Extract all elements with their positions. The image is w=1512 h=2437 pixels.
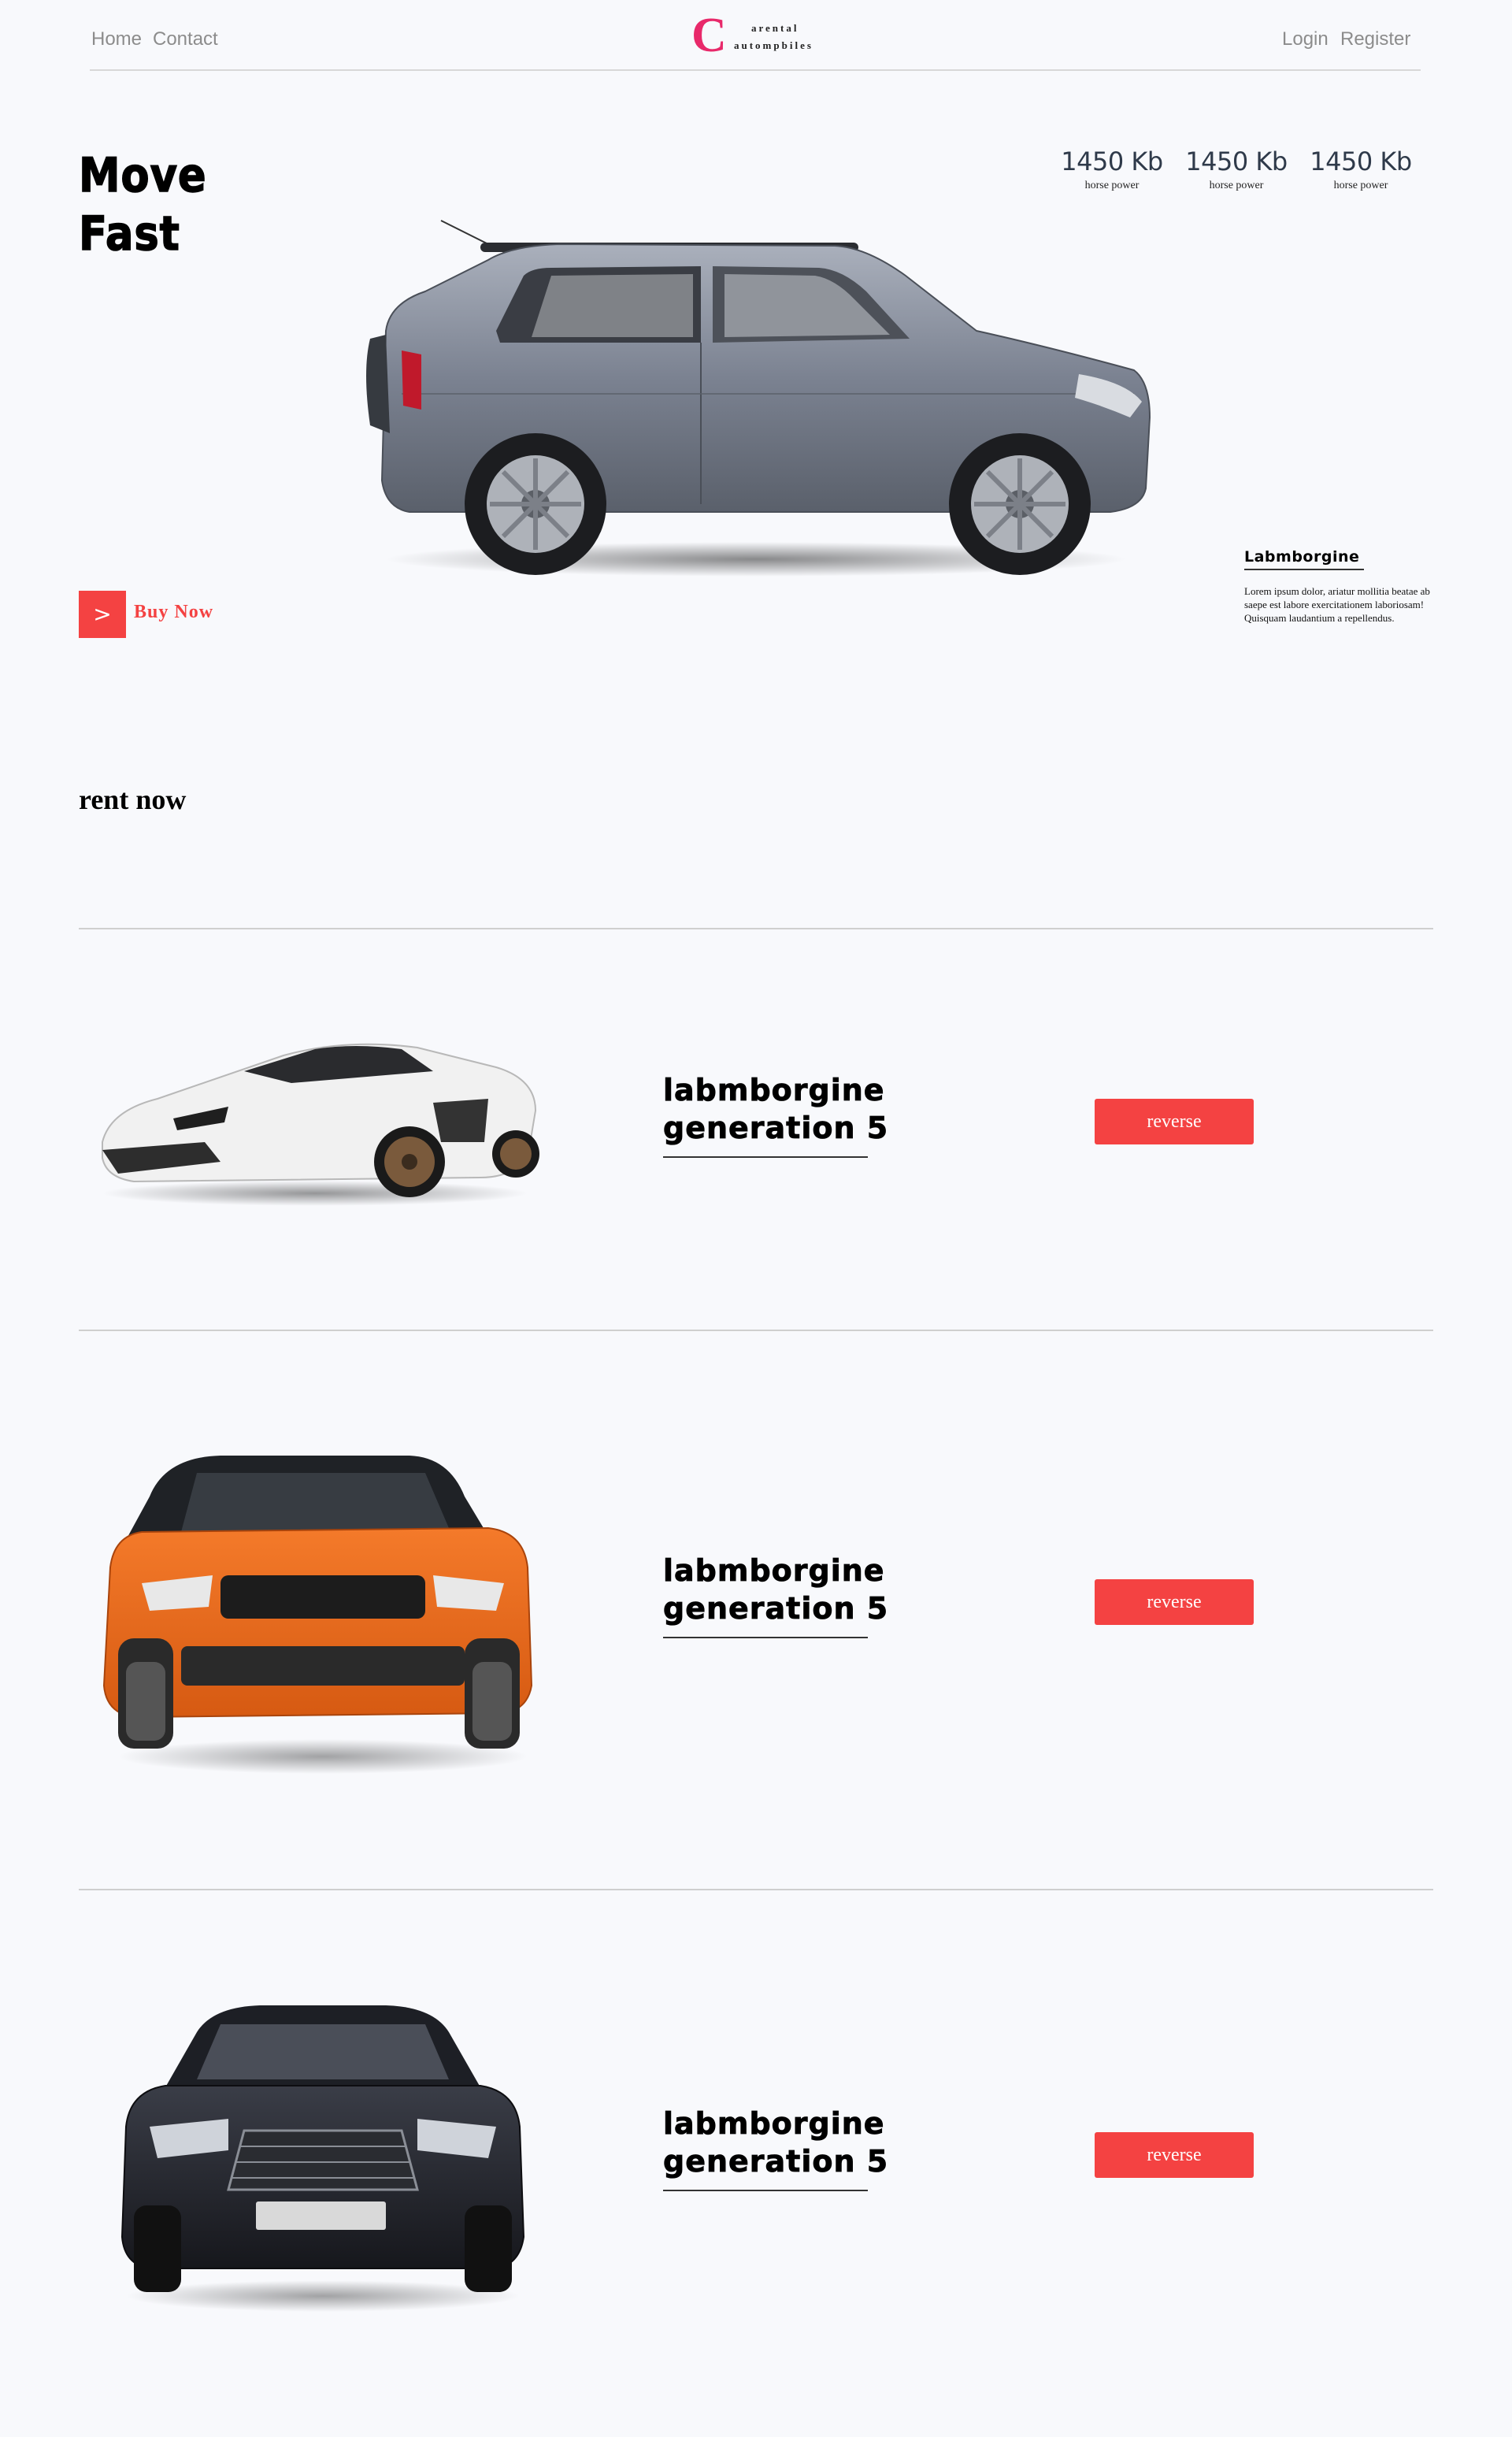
stat-item: 1450 Kb horse power bbox=[1298, 147, 1424, 192]
car-card-title-line-1: labmborgine bbox=[663, 1553, 885, 1589]
stat-item: 1450 Kb horse power bbox=[1173, 147, 1299, 192]
section-divider bbox=[79, 928, 1433, 929]
stat-value: 1450 Kb bbox=[1310, 147, 1412, 176]
car-card-title: labmborgine generation 5 bbox=[663, 1552, 888, 1627]
nav-home-link[interactable]: Home bbox=[91, 28, 142, 50]
reverse-button[interactable]: reverse bbox=[1095, 1579, 1254, 1625]
hero-title-line-1: Move bbox=[78, 147, 207, 204]
section-divider bbox=[79, 1889, 1433, 1890]
section-divider bbox=[79, 1330, 1433, 1331]
logo-line-1: arental bbox=[751, 22, 799, 34]
logo-line-2: autompbiles bbox=[734, 39, 813, 51]
hero-suv-image bbox=[366, 220, 1151, 577]
stat-value: 1450 Kb bbox=[1185, 147, 1288, 176]
hero-title-line-2: Fast bbox=[78, 206, 180, 262]
logo-letter: C bbox=[691, 9, 727, 62]
orange-suv-image bbox=[102, 1456, 533, 1774]
car-card-title-line-2: generation 5 bbox=[663, 1591, 889, 1627]
reverse-button[interactable]: reverse bbox=[1095, 1099, 1254, 1144]
car-card-title-line-1: labmborgine bbox=[663, 2106, 885, 2142]
nav-register-link[interactable]: Register bbox=[1340, 28, 1410, 50]
car-card-title-line-2: generation 5 bbox=[663, 1111, 889, 1146]
side-card-underline bbox=[1244, 569, 1364, 570]
reverse-button[interactable]: reverse bbox=[1095, 2132, 1254, 2178]
stat-label: horse power bbox=[1084, 180, 1140, 191]
hero-title: Move Fast bbox=[78, 147, 207, 263]
nav-contact-link[interactable]: Contact bbox=[153, 28, 218, 50]
sports-car-image bbox=[102, 1043, 539, 1206]
car-card-underline bbox=[663, 1156, 868, 1158]
car-card-underline bbox=[663, 2190, 868, 2191]
car-card-title: labmborgine generation 5 bbox=[663, 2105, 888, 2180]
car-card-underline bbox=[663, 1637, 868, 1638]
stat-item: 1450 Kb horse power bbox=[1049, 147, 1175, 192]
car-card-title-line-1: labmborgine bbox=[663, 1073, 885, 1108]
buy-now-arrow-button[interactable]: > bbox=[79, 591, 126, 638]
buy-now-link[interactable]: Buy Now bbox=[134, 602, 213, 623]
car-card-title-line-2: generation 5 bbox=[663, 2144, 889, 2179]
car-card-title: labmborgine generation 5 bbox=[663, 1071, 888, 1147]
black-sedan-image bbox=[120, 2005, 525, 2312]
nav-login-link[interactable]: Login bbox=[1282, 28, 1329, 50]
stat-label: horse power bbox=[1209, 180, 1264, 191]
side-card-title: Labmborgine bbox=[1244, 548, 1360, 566]
stat-value: 1450 Kb bbox=[1061, 147, 1163, 176]
nav-divider bbox=[90, 69, 1421, 71]
side-card-description: Lorem ipsum dolor, ariatur mollitia beat… bbox=[1244, 585, 1430, 624]
rent-now-heading: rent now bbox=[79, 784, 187, 815]
stat-label: horse power bbox=[1333, 180, 1388, 191]
